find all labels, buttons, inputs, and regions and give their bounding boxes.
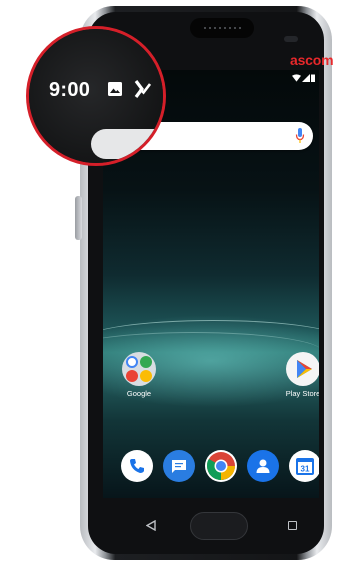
calendar-icon[interactable]: 31 — [289, 450, 319, 482]
navigation-bar — [110, 506, 310, 546]
brand-logo: ascom — [290, 52, 334, 68]
earpiece-speaker — [190, 18, 254, 38]
contacts-icon[interactable] — [247, 450, 279, 482]
magnified-search-bar — [91, 129, 163, 159]
wifi-icon — [292, 74, 301, 82]
play-store-icon — [286, 352, 319, 386]
phone-icon[interactable] — [121, 450, 153, 482]
app-label: Google — [126, 389, 152, 398]
back-icon[interactable] — [146, 520, 156, 531]
app-label: Play Store — [285, 389, 319, 398]
app-play-store[interactable]: Play Store — [273, 352, 319, 398]
home-button[interactable] — [190, 512, 248, 540]
calendar-day: 31 — [301, 465, 310, 474]
battery-icon — [311, 74, 315, 82]
google-folder-icon — [122, 352, 156, 386]
messages-icon[interactable] — [163, 450, 195, 482]
side-button — [75, 196, 82, 240]
status-bar-right — [292, 74, 315, 82]
google-mic-icon[interactable] — [295, 127, 305, 145]
chrome-icon[interactable] — [205, 450, 237, 482]
checklist-icon — [134, 80, 151, 98]
status-time: 9:00 — [49, 79, 91, 101]
signal-icon — [302, 74, 310, 82]
recents-icon[interactable] — [288, 521, 297, 530]
app-google-folder[interactable]: Google — [109, 352, 169, 398]
proximity-sensor — [284, 36, 298, 42]
image-icon — [108, 82, 122, 96]
status-bar-magnifier: 9:00 — [26, 26, 166, 166]
